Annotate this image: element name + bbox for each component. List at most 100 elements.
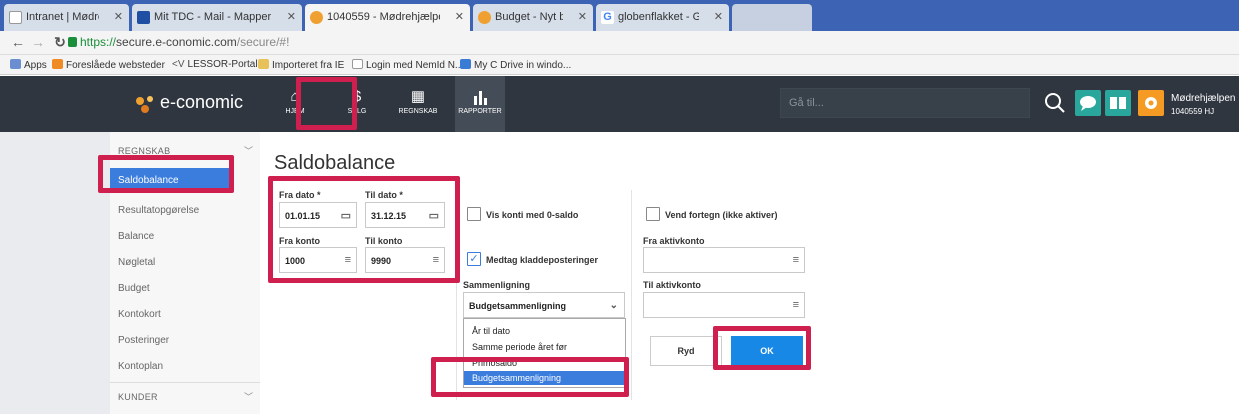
new-tab-button[interactable] bbox=[732, 4, 812, 31]
user-menu[interactable]: Mødrehjælpen 1040559 HJ bbox=[1171, 93, 1235, 116]
browser-tab-bar: Intranet | Mødrehjælpen ✕ Mit TDC - Mail… bbox=[0, 0, 1239, 32]
bar-chart-icon bbox=[455, 86, 505, 108]
chevron-down-icon[interactable]: ﹀ bbox=[244, 390, 253, 403]
bookmark-c-drive[interactable]: My C Drive in windo... bbox=[460, 59, 571, 71]
bookmark-label: Apps bbox=[24, 60, 47, 71]
economic-logo-icon bbox=[136, 96, 153, 113]
mail-icon bbox=[137, 11, 150, 24]
vend-fortegn-checkbox[interactable] bbox=[646, 207, 660, 221]
close-icon[interactable]: ✕ bbox=[287, 10, 296, 23]
bookmark-label: LESSOR-Portalen bbox=[187, 59, 269, 70]
lessor-icon: <V bbox=[172, 59, 185, 70]
tab-budget[interactable]: Budget - Nyt budget - till ✕ bbox=[473, 4, 593, 31]
back-arrow-icon[interactable]: ← bbox=[10, 34, 26, 50]
url-host: secure.e-conomic.com bbox=[116, 35, 237, 49]
tab-tdc-mail[interactable]: Mit TDC - Mail - Mapper ✕ bbox=[132, 4, 302, 31]
vend-fortegn-label: Vend fortegn (ikke aktiver) bbox=[665, 210, 778, 220]
suggested-sites-icon bbox=[52, 59, 63, 69]
forward-arrow-icon[interactable]: → bbox=[30, 34, 46, 50]
sidebar-band bbox=[0, 132, 110, 414]
list-icon[interactable]: ≡ bbox=[793, 254, 799, 266]
nav-label: RAPPORTER bbox=[458, 108, 502, 115]
sidebar-item-posteringer[interactable]: Posteringer bbox=[118, 335, 169, 346]
tab-intranet[interactable]: Intranet | Mødrehjælpen ✕ bbox=[4, 4, 129, 31]
nav-regnskab[interactable]: ▦ REGNSKAB bbox=[393, 76, 443, 132]
chat-icon[interactable] bbox=[1075, 90, 1101, 116]
economic-logo[interactable]: e-conomic bbox=[135, 92, 243, 113]
sidebar-item-noegletal[interactable]: Nøgletal bbox=[118, 257, 155, 268]
tab-label: 1040559 - Mødrehjælpen bbox=[327, 11, 440, 23]
page-title: Saldobalance bbox=[274, 152, 396, 174]
tab-google[interactable]: G globenflakket - Google-s ✕ bbox=[596, 4, 729, 31]
bookmark-label: Login med NemId N... bbox=[366, 60, 464, 71]
tab-economic-active[interactable]: 1040559 - Mødrehjælpen ✕ bbox=[305, 4, 470, 32]
url-field[interactable]: https://secure.e-conomic.com/secure/#! bbox=[80, 35, 289, 49]
bookmark-suggested-sites[interactable]: Foreslåede websteder bbox=[52, 59, 165, 71]
highlight-box-salg bbox=[296, 77, 357, 130]
tab-label: Budget - Nyt budget - till bbox=[495, 11, 563, 23]
reload-icon[interactable]: ↻ bbox=[52, 34, 68, 51]
highlight-box-saldobalance bbox=[98, 155, 234, 193]
bookmark-lessor[interactable]: <V LESSOR-Portalen bbox=[172, 59, 269, 70]
sammenligning-label: Sammenligning bbox=[463, 280, 531, 290]
sidebar-item-kontoplan[interactable]: Kontoplan bbox=[118, 361, 163, 372]
lock-icon bbox=[68, 37, 77, 47]
highlight-box-date-account bbox=[268, 176, 460, 283]
user-name: Mødrehjælpen bbox=[1171, 93, 1236, 104]
folder-icon bbox=[258, 59, 269, 69]
highlight-box-budget-option bbox=[431, 357, 629, 397]
nav-rapporter[interactable]: RAPPORTER bbox=[455, 76, 505, 132]
check-icon: ✓ bbox=[469, 253, 479, 265]
option-samme-periode[interactable]: Samme periode året før bbox=[464, 340, 625, 354]
vis-konti-label: Vis konti med 0-saldo bbox=[486, 210, 579, 220]
tab-label: Intranet | Mødrehjælpen bbox=[26, 11, 99, 23]
google-icon: G bbox=[601, 11, 614, 24]
sidebar-item-budget[interactable]: Budget bbox=[118, 283, 150, 294]
bookmark-nemid[interactable]: Login med NemId N... bbox=[352, 59, 463, 71]
url-path: /secure/#! bbox=[236, 35, 290, 49]
list-icon[interactable]: ≡ bbox=[793, 299, 799, 311]
tab-label: Mit TDC - Mail - Mapper bbox=[154, 11, 272, 23]
apps-grid-icon bbox=[10, 59, 21, 69]
close-icon[interactable]: ✕ bbox=[114, 10, 123, 23]
app-header: e-conomic ⌂ HJEM $ SALG ▦ REGNSKAB RAPPO… bbox=[0, 76, 1239, 132]
sidebar-section-kunder[interactable]: KUNDER bbox=[118, 392, 158, 402]
bookmark-label: My C Drive in windo... bbox=[474, 60, 572, 71]
economic-favicon-icon bbox=[478, 11, 491, 24]
sammenligning-select[interactable]: Budgetsammenligning ⌄ bbox=[463, 292, 625, 318]
search-icon[interactable] bbox=[1042, 89, 1068, 117]
page-icon bbox=[9, 11, 22, 24]
sidebar-item-resultatopgorelse[interactable]: Resultatopgørelse bbox=[118, 205, 199, 216]
close-icon[interactable]: ✕ bbox=[714, 10, 723, 23]
ryd-button[interactable]: Ryd bbox=[650, 336, 722, 366]
fra-aktivkonto-input[interactable]: ≡ bbox=[643, 247, 805, 273]
chevron-down-icon: ⌄ bbox=[609, 300, 618, 311]
select-value: Budgetsammenligning bbox=[469, 301, 567, 311]
close-icon[interactable]: ✕ bbox=[578, 10, 587, 23]
chevron-up-icon[interactable]: ﹀ bbox=[244, 144, 253, 157]
til-aktivkonto-label: Til aktivkonto bbox=[643, 280, 701, 290]
bookmark-imported-ie[interactable]: Importeret fra IE bbox=[258, 59, 344, 71]
address-bar: ← → ↻ https://secure.e-conomic.com/secur… bbox=[0, 31, 1239, 55]
tab-label: globenflakket - Google-s bbox=[618, 11, 699, 23]
url-scheme: https:// bbox=[80, 35, 117, 49]
til-aktivkonto-input[interactable]: ≡ bbox=[643, 292, 805, 318]
vis-konti-checkbox[interactable] bbox=[467, 207, 481, 221]
user-id: 1040559 HJ bbox=[1171, 107, 1215, 116]
highlight-box-ok bbox=[713, 326, 811, 370]
book-icon[interactable] bbox=[1105, 90, 1131, 116]
divider bbox=[110, 382, 260, 383]
sidebar-item-kontokort[interactable]: Kontokort bbox=[118, 309, 161, 320]
bookmark-label: Importeret fra IE bbox=[272, 60, 345, 71]
logo-text: e-conomic bbox=[160, 92, 244, 112]
calculator-icon: ▦ bbox=[410, 88, 426, 105]
sidebar-item-balance[interactable]: Balance bbox=[118, 231, 154, 242]
economic-favicon-icon bbox=[310, 11, 323, 24]
bookmark-apps[interactable]: Apps bbox=[10, 59, 47, 71]
close-icon[interactable]: ✕ bbox=[455, 10, 464, 23]
gear-icon[interactable] bbox=[1138, 90, 1164, 116]
medtag-checkbox[interactable]: ✓ bbox=[467, 252, 481, 266]
bookmarks-bar: Apps Foreslåede websteder <V LESSOR-Porta… bbox=[0, 55, 1239, 75]
option-aar-til-dato[interactable]: År til dato bbox=[464, 324, 625, 338]
goto-search-input[interactable]: Gå til... bbox=[780, 88, 1030, 118]
